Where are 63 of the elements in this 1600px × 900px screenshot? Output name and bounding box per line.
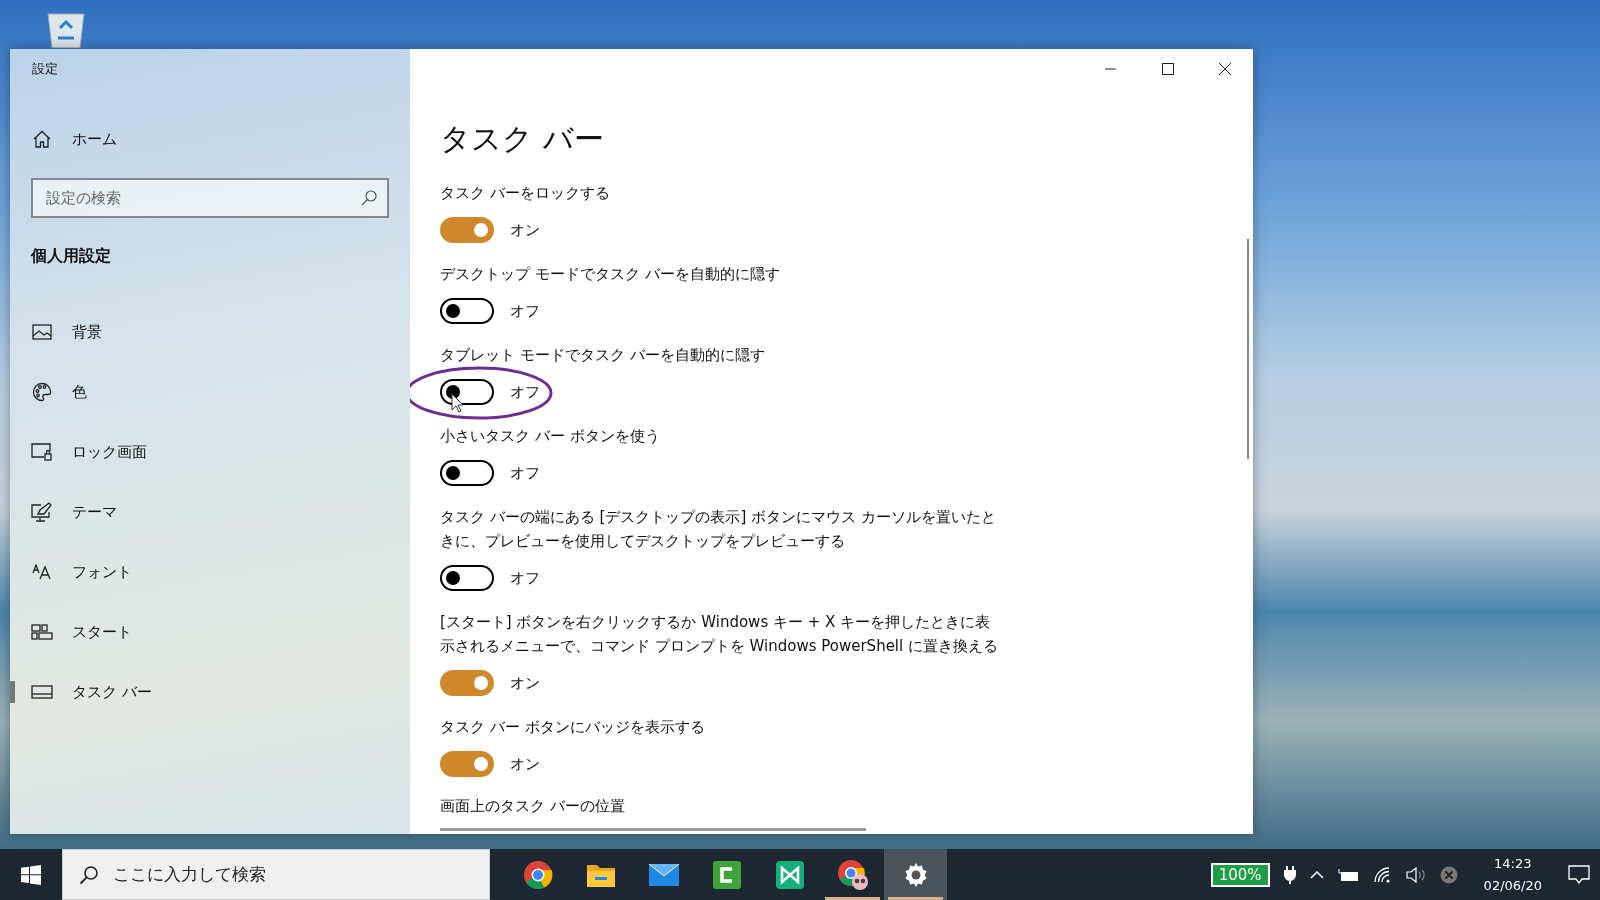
page-title: タスク バー [440, 120, 605, 158]
setting-label: 小さいタスク バー ボタンを使う [440, 426, 661, 447]
home-link[interactable]: ホーム [32, 124, 410, 154]
recycle-bin-icon[interactable] [44, 10, 88, 48]
chrome-profile-app-icon [836, 858, 869, 891]
toggle-switch[interactable] [440, 565, 494, 591]
mouse-cursor-icon [451, 393, 464, 413]
sidebar-item[interactable]: テーマ [10, 482, 410, 542]
lock-screen-icon [31, 443, 53, 461]
picture-icon [32, 324, 52, 340]
battery-icon[interactable] [1337, 867, 1360, 882]
toggle-state: オン [510, 754, 540, 774]
clock[interactable]: 14:23 02/06/20 [1483, 852, 1542, 897]
chrome-app-icon [522, 859, 553, 890]
speaker-icon[interactable] [1405, 866, 1426, 883]
toggle-switch[interactable] [440, 670, 494, 696]
taskbar-app[interactable] [884, 849, 947, 900]
taskbar-search-field[interactable]: ここに入力して検索 [62, 849, 490, 900]
plug-icon[interactable] [1283, 865, 1296, 884]
sidebar-item[interactable]: スタート [10, 602, 410, 662]
camtasia-app-icon [711, 859, 742, 890]
search-icon [361, 190, 377, 206]
wifi-icon[interactable] [1373, 866, 1392, 883]
toggle-state: オフ [510, 463, 540, 483]
search-field[interactable]: 設定の検索 [31, 178, 389, 218]
setting-label: タスク バー ボタンにバッジを表示する [440, 717, 706, 738]
toggle-switch[interactable] [440, 217, 494, 243]
toggle-switch[interactable] [440, 460, 494, 486]
toggle-switch[interactable] [440, 298, 494, 324]
toggle-switch[interactable] [440, 379, 494, 405]
toggle-state: オン [510, 220, 540, 240]
search-icon [79, 864, 99, 885]
toggle-state: オフ [510, 382, 540, 402]
error-circle-icon[interactable] [1439, 865, 1458, 884]
section-heading: 個人用設定 [31, 246, 112, 267]
notification-icon[interactable] [1568, 864, 1590, 885]
mail-app-icon [647, 862, 680, 887]
setting-label: タブレット モードでタスク バーを自動的に隠す [440, 345, 766, 366]
toggle-state: オン [510, 673, 540, 693]
sidebar-item[interactable]: 色 [10, 362, 410, 422]
sidebar-item[interactable]: 背景 [10, 302, 410, 362]
sidebar-item[interactable]: ロック画面 [10, 422, 410, 482]
windows-logo-icon [21, 864, 41, 885]
setting-label: [スタート] ボタンを右クリックするか Windows キー + X キーを押したときに表示されるメニューで、コマンド プロンプトを Windows PowerShell に置き換える [440, 612, 999, 657]
scrollbar-thumb[interactable] [1247, 239, 1249, 459]
setting-label: デスクトップ モードでタスク バーを自動的に隠す [440, 264, 781, 285]
start-tiles-icon [31, 624, 53, 640]
toggle-state: オフ [510, 568, 540, 588]
sidebar-item[interactable]: フォント [10, 542, 410, 602]
xmind-app-icon [774, 859, 805, 890]
setting-label: タスク バーの端にある [デスクトップの表示] ボタンにマウス カーソルを置いたときに、プレビューを使用してデスクトップをプレビューする [440, 507, 997, 552]
sidebar-item[interactable]: タスク バー [10, 662, 410, 722]
toggle-switch[interactable] [440, 751, 494, 777]
chevron-up-icon[interactable] [1309, 870, 1324, 879]
pen-monitor-icon [31, 502, 53, 522]
toggle-state: オフ [510, 301, 540, 321]
taskbar-icon [31, 685, 53, 699]
window-title: 設定 [31, 60, 59, 78]
palette-icon [32, 382, 52, 402]
setting-label: 画面上のタスク バーの位置 [440, 796, 626, 817]
setting-label: タスク バーをロックする [440, 183, 611, 204]
font-icon [32, 564, 52, 580]
home-icon [32, 130, 52, 148]
